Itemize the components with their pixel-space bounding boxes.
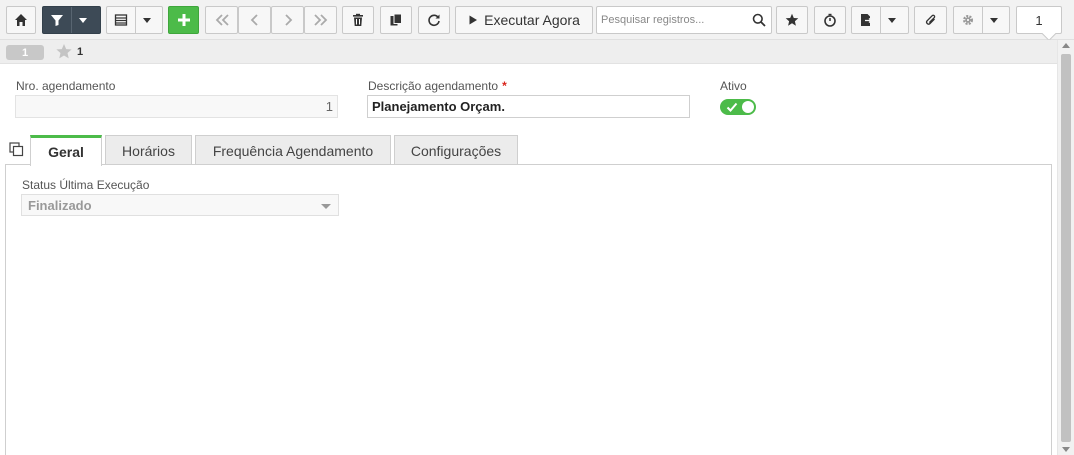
search-icon[interactable] <box>752 13 766 27</box>
chevron-down-icon <box>887 17 896 23</box>
nro-agendamento-label: Nro. agendamento <box>16 79 116 93</box>
tab-horarios[interactable]: Horários <box>105 135 192 165</box>
favorite-count: 1 <box>77 46 84 58</box>
scroll-thumb[interactable] <box>1061 54 1071 442</box>
settings-button[interactable] <box>953 6 1010 34</box>
tab-configuracoes[interactable]: Configurações <box>394 135 518 165</box>
status-ultima-execucao-label: Status Última Execução <box>22 178 150 192</box>
favorite-button[interactable] <box>776 6 808 34</box>
descricao-agendamento-field[interactable] <box>367 95 690 118</box>
refresh-button[interactable] <box>418 6 450 34</box>
descricao-agendamento-label: Descrição agendamento * <box>368 79 507 93</box>
search-input[interactable] <box>597 7 747 33</box>
next-record-button[interactable] <box>271 6 304 34</box>
home-button[interactable] <box>6 6 36 34</box>
gear-icon <box>963 15 973 25</box>
nro-agendamento-field[interactable] <box>15 95 338 118</box>
scroll-down-arrow[interactable] <box>1062 447 1070 452</box>
vertical-scrollbar[interactable] <box>1057 40 1074 455</box>
next-icon <box>284 14 292 26</box>
record-number-badge[interactable]: 1 <box>6 45 44 60</box>
last-record-button[interactable] <box>304 6 337 34</box>
settings-dropdown[interactable] <box>982 7 1004 33</box>
scroll-up-arrow[interactable] <box>1062 43 1070 48</box>
refresh-icon <box>428 14 440 27</box>
chevron-down-icon <box>142 17 151 23</box>
chevron-down-icon <box>321 204 331 209</box>
timer-button[interactable] <box>814 6 846 34</box>
status-ultima-execucao-select[interactable]: Finalizado <box>21 194 339 216</box>
delete-button[interactable] <box>342 6 374 34</box>
chevron-down-icon <box>78 17 87 23</box>
filter-icon <box>51 15 63 26</box>
home-icon <box>15 14 27 26</box>
attachments-button[interactable] <box>914 6 947 34</box>
plus-icon <box>177 14 190 26</box>
record-strip: 1 1 <box>0 40 1074 64</box>
required-mark: * <box>502 79 507 93</box>
view-mode-button[interactable] <box>106 6 163 34</box>
copy-icon[interactable] <box>9 142 24 157</box>
tab-geral[interactable]: Geral <box>30 135 102 166</box>
tab-frequencia-agendamento[interactable]: Frequência Agendamento <box>195 135 391 165</box>
duplicate-button[interactable] <box>380 6 412 34</box>
page-number-box[interactable]: 1 <box>1016 6 1062 42</box>
list-view-icon <box>114 14 128 26</box>
star-icon[interactable] <box>55 43 73 60</box>
star-icon <box>785 13 799 26</box>
previous-record-button[interactable] <box>238 6 271 34</box>
stopwatch-icon <box>824 13 836 27</box>
filter-button[interactable] <box>42 6 101 34</box>
search-box <box>596 6 772 34</box>
play-icon <box>469 15 478 25</box>
ativo-label: Ativo <box>720 79 747 93</box>
check-icon <box>726 102 738 112</box>
first-icon <box>215 14 229 26</box>
execute-now-label: Executar Agora <box>484 12 580 28</box>
copy-icon <box>390 13 402 26</box>
export-dropdown[interactable] <box>880 7 902 33</box>
last-icon <box>313 14 327 26</box>
view-mode-dropdown[interactable] <box>135 7 157 33</box>
paperclip-icon <box>925 14 935 25</box>
first-record-button[interactable] <box>205 6 238 34</box>
previous-icon <box>250 14 258 26</box>
execute-now-button[interactable]: Executar Agora <box>455 6 593 34</box>
export-button[interactable] <box>851 6 909 34</box>
toolbar: Executar Agora 1 <box>0 0 1074 42</box>
filter-dropdown[interactable] <box>71 7 93 33</box>
add-record-button[interactable] <box>168 6 199 34</box>
trash-icon <box>353 13 363 26</box>
export-icon <box>861 14 873 26</box>
page-number: 1 <box>1035 12 1043 28</box>
ativo-toggle[interactable] <box>720 99 756 115</box>
chevron-down-icon <box>989 17 998 23</box>
status-ultima-execucao-value: Finalizado <box>28 198 92 213</box>
